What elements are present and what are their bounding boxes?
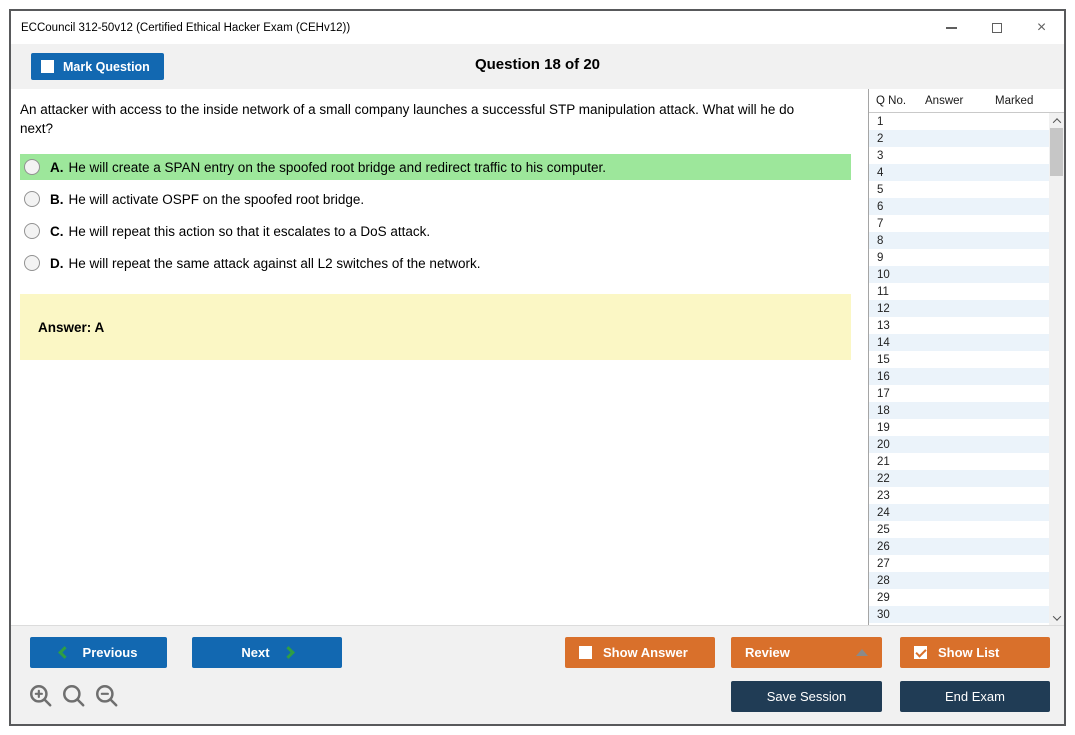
question-list-row[interactable]: 27: [869, 555, 1049, 572]
exam-window: ECCouncil 312-50v12 (Certified Ethical H…: [9, 9, 1066, 726]
question-list-row[interactable]: 16: [869, 368, 1049, 385]
question-panel: An attacker with access to the inside ne…: [11, 89, 868, 625]
window-title: ECCouncil 312-50v12 (Certified Ethical H…: [21, 22, 350, 34]
scroll-up-icon[interactable]: [1049, 113, 1064, 128]
option-d-letter: D.: [50, 256, 64, 271]
question-list-row[interactable]: 1: [869, 113, 1049, 130]
question-list-row[interactable]: 18: [869, 402, 1049, 419]
scroll-down-icon[interactable]: [1049, 610, 1064, 625]
question-list-row[interactable]: 26: [869, 538, 1049, 555]
zoom-in-icon[interactable]: [28, 683, 54, 709]
review-button[interactable]: Review: [731, 637, 882, 668]
footer-bar: Previous Next Show Answer Review Show Li…: [11, 625, 1064, 724]
option-a-text: He will create a SPAN entry on the spoof…: [69, 160, 607, 175]
question-list-body-wrap: 1234567891011121314151617181920212223242…: [869, 113, 1064, 625]
save-session-label: Save Session: [767, 689, 847, 704]
option-c-letter: C.: [50, 224, 64, 239]
option-a[interactable]: A. He will create a SPAN entry on the sp…: [20, 154, 851, 180]
question-list-row[interactable]: 20: [869, 436, 1049, 453]
question-list-row[interactable]: 10: [869, 266, 1049, 283]
maximize-icon: [992, 23, 1002, 33]
question-list-row[interactable]: 23: [869, 487, 1049, 504]
zoom-out-icon[interactable]: [94, 683, 120, 709]
close-button[interactable]: ×: [1019, 11, 1064, 44]
previous-button[interactable]: Previous: [30, 637, 167, 668]
show-answer-label: Show Answer: [603, 645, 688, 660]
close-icon: ×: [1037, 20, 1046, 36]
review-label: Review: [745, 645, 790, 660]
question-list-row[interactable]: 21: [869, 453, 1049, 470]
minimize-button[interactable]: [929, 11, 974, 44]
scrollbar-thumb[interactable]: [1050, 128, 1063, 176]
zoom-controls: [28, 683, 120, 709]
radio-option-c[interactable]: [24, 223, 40, 239]
window-controls: ×: [929, 11, 1064, 44]
show-list-label: Show List: [938, 645, 999, 660]
question-list-header: Q No. Answer Marked: [869, 89, 1064, 113]
question-list-row[interactable]: 14: [869, 334, 1049, 351]
question-list-row[interactable]: 8: [869, 232, 1049, 249]
title-bar: ECCouncil 312-50v12 (Certified Ethical H…: [11, 11, 1064, 44]
option-c[interactable]: C. He will repeat this action so that it…: [20, 218, 851, 244]
question-list-row[interactable]: 7: [869, 215, 1049, 232]
answer-label: Answer: A: [38, 320, 104, 335]
option-b-text: He will activate OSPF on the spoofed roo…: [69, 192, 365, 207]
zoom-reset-icon[interactable]: [61, 683, 87, 709]
question-list-row[interactable]: 4: [869, 164, 1049, 181]
question-list-row[interactable]: 17: [869, 385, 1049, 402]
content-area: An attacker with access to the inside ne…: [11, 89, 1064, 625]
end-exam-button[interactable]: End Exam: [900, 681, 1050, 712]
question-list-row[interactable]: 24: [869, 504, 1049, 521]
radio-option-d[interactable]: [24, 255, 40, 271]
question-list-row[interactable]: 3: [869, 147, 1049, 164]
minimize-icon: [946, 27, 957, 29]
question-list-row[interactable]: 6: [869, 198, 1049, 215]
option-a-letter: A.: [50, 160, 64, 175]
question-list-row[interactable]: 28: [869, 572, 1049, 589]
option-c-text: He will repeat this action so that it es…: [69, 224, 431, 239]
answer-box: Answer: A: [20, 294, 851, 360]
question-text: An attacker with access to the inside ne…: [11, 89, 817, 138]
column-header-answer: Answer: [925, 95, 995, 107]
next-button[interactable]: Next: [192, 637, 342, 668]
question-list-row[interactable]: 5: [869, 181, 1049, 198]
radio-option-a[interactable]: [24, 159, 40, 175]
option-d-text: He will repeat the same attack against a…: [69, 256, 481, 271]
question-list-row[interactable]: 15: [869, 351, 1049, 368]
option-b-letter: B.: [50, 192, 64, 207]
maximize-button[interactable]: [974, 11, 1019, 44]
option-d[interactable]: D. He will repeat the same attack agains…: [20, 250, 851, 276]
next-chevron-icon: [282, 646, 295, 659]
question-counter: Question 18 of 20: [11, 56, 1064, 73]
show-answer-checkbox[interactable]: [579, 646, 592, 659]
question-list-row[interactable]: 30: [869, 606, 1049, 623]
question-list-panel: Q No. Answer Marked 12345678910111213141…: [868, 89, 1064, 625]
question-list-row[interactable]: 22: [869, 470, 1049, 487]
question-list-row[interactable]: 19: [869, 419, 1049, 436]
next-label: Next: [241, 645, 269, 660]
question-list-body: 1234567891011121314151617181920212223242…: [869, 113, 1049, 625]
previous-label: Previous: [83, 645, 138, 660]
previous-chevron-icon: [58, 646, 71, 659]
review-caret-icon: [856, 649, 868, 656]
radio-option-b[interactable]: [24, 191, 40, 207]
options-list: A. He will create a SPAN entry on the sp…: [11, 154, 868, 276]
question-list-scrollbar[interactable]: [1049, 113, 1064, 625]
show-list-button[interactable]: Show List: [900, 637, 1050, 668]
column-header-marked: Marked: [995, 95, 1064, 107]
column-header-qno: Q No.: [869, 95, 925, 107]
option-b[interactable]: B. He will activate OSPF on the spoofed …: [20, 186, 851, 212]
question-list-row[interactable]: 2: [869, 130, 1049, 147]
show-list-checkbox[interactable]: [914, 646, 927, 659]
end-exam-label: End Exam: [945, 689, 1005, 704]
question-list-row[interactable]: 12: [869, 300, 1049, 317]
question-list-row[interactable]: 9: [869, 249, 1049, 266]
show-answer-button[interactable]: Show Answer: [565, 637, 715, 668]
question-list-row[interactable]: 29: [869, 589, 1049, 606]
question-list-row[interactable]: 13: [869, 317, 1049, 334]
header-bar: Mark Question Question 18 of 20: [11, 44, 1064, 89]
save-session-button[interactable]: Save Session: [731, 681, 882, 712]
question-list-row[interactable]: 11: [869, 283, 1049, 300]
question-list-row[interactable]: 25: [869, 521, 1049, 538]
